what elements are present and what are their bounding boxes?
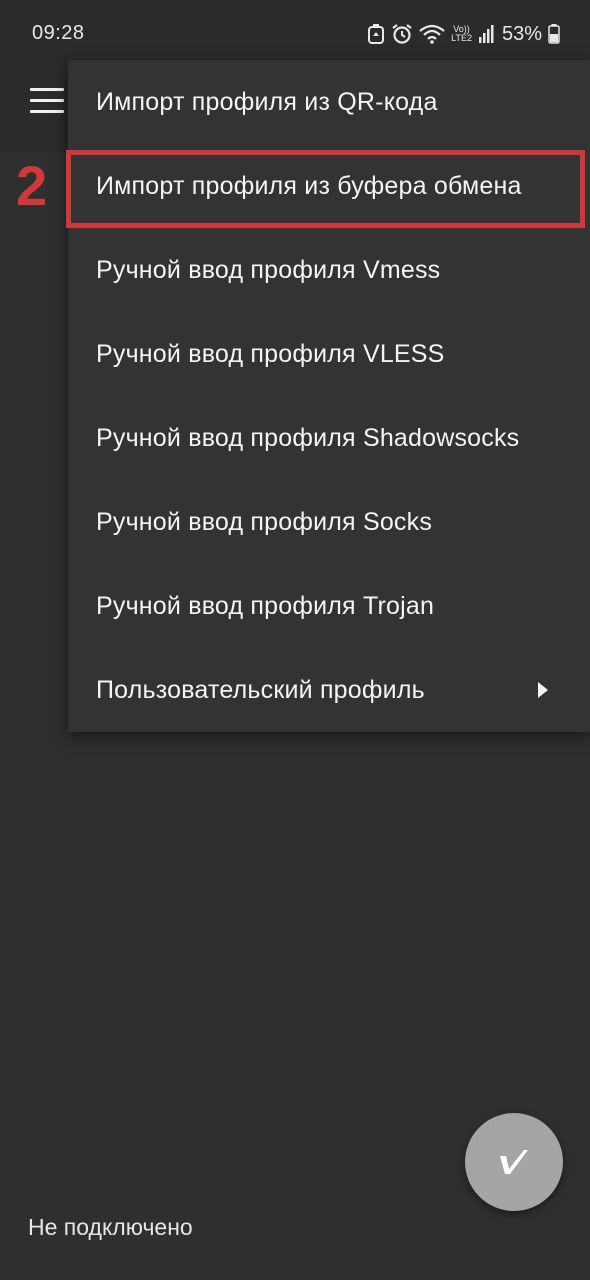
alarm-icon: [391, 23, 413, 45]
volte-label-bottom: LTE2: [451, 33, 472, 43]
menu-item-manual-socks[interactable]: Ручной ввод профиля Socks: [68, 480, 590, 564]
hamburger-icon[interactable]: [30, 88, 64, 114]
app-screen: 09:28 Vo)) LTE2 53% Импорт профиля из QR…: [0, 0, 590, 1280]
menu-item-label: Ручной ввод профиля Vmess: [96, 255, 441, 284]
battery-percent: 53%: [501, 22, 542, 45]
menu-item-manual-vmess[interactable]: Ручной ввод профиля Vmess: [68, 228, 590, 312]
signal-icon: [478, 25, 494, 43]
menu-item-import-qr[interactable]: Импорт профиля из QR-кода: [68, 60, 590, 144]
menu-item-label: Импорт профиля из QR-кода: [96, 87, 438, 116]
v2ray-logo-icon: [497, 1147, 531, 1177]
menu-item-manual-shadowsocks[interactable]: Ручной ввод профиля Shadowsocks: [68, 396, 590, 480]
submenu-arrow-icon: [538, 682, 548, 698]
menu-item-label: Ручной ввод профиля Trojan: [96, 591, 435, 620]
connect-fab-button[interactable]: [465, 1113, 563, 1211]
volte-icon: Vo)) LTE2: [451, 25, 472, 43]
menu-item-label: Ручной ввод профиля Shadowsocks: [96, 423, 520, 452]
menu-item-label: Импорт профиля из буфера обмена: [96, 171, 522, 200]
menu-item-manual-vless[interactable]: Ручной ввод профиля VLESS: [68, 312, 590, 396]
recycle-icon: [367, 23, 385, 45]
status-bar: 09:28 Vo)) LTE2 53%: [0, 0, 590, 60]
status-icons: Vo)) LTE2 53%: [367, 20, 560, 48]
menu-item-import-clipboard[interactable]: Импорт профиля из буфера обмена: [68, 144, 590, 228]
wifi-icon: [419, 24, 445, 44]
menu-item-manual-trojan[interactable]: Ручной ввод профиля Trojan: [68, 564, 590, 648]
status-time: 09:28: [32, 22, 85, 44]
step-number: 2: [16, 154, 48, 217]
menu-item-custom-profile[interactable]: Пользовательский профиль: [68, 648, 590, 732]
menu-item-label: Ручной ввод профиля VLESS: [96, 339, 445, 368]
add-profile-menu: Импорт профиля из QR-кода Импорт профиля…: [68, 60, 590, 732]
menu-item-label: Ручной ввод профиля Socks: [96, 507, 433, 536]
connection-status: Не подключено: [28, 1214, 193, 1240]
battery-icon: [548, 24, 560, 44]
menu-item-label: Пользовательский профиль: [96, 675, 425, 704]
